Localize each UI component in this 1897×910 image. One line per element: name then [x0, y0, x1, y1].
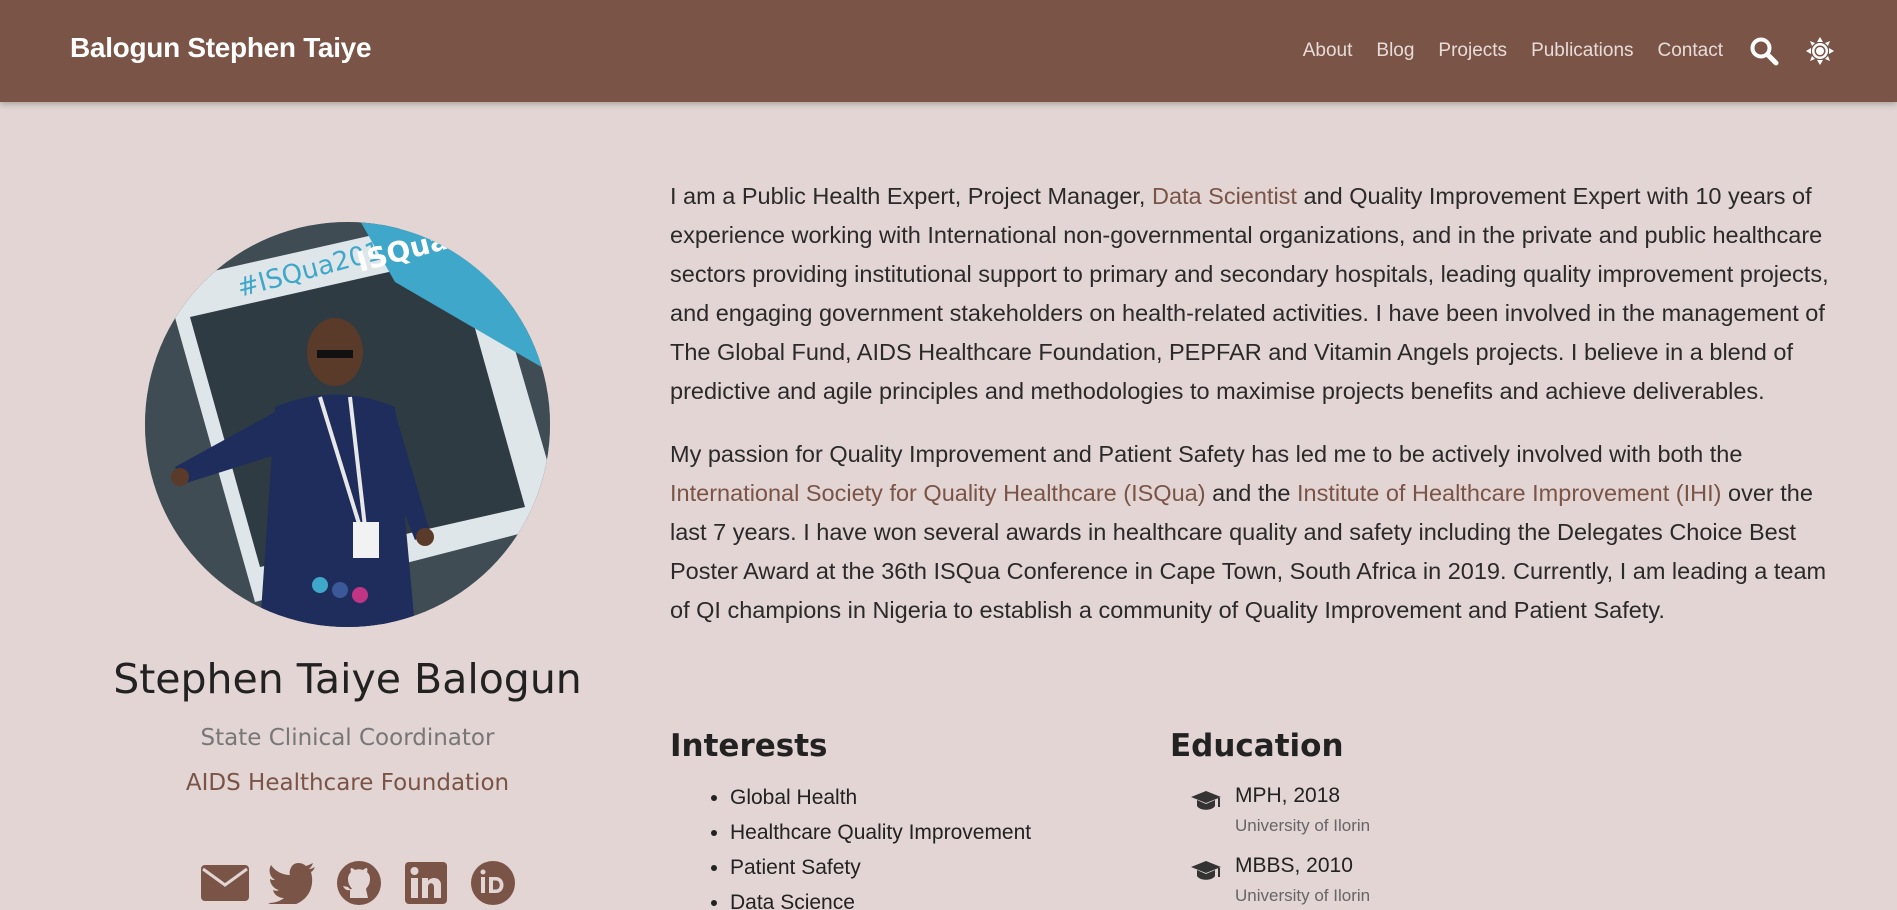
email-icon[interactable]	[200, 858, 250, 908]
graduation-cap-icon	[1190, 860, 1222, 882]
ihi-link[interactable]: Institute of Healthcare Improvement (IHI…	[1297, 480, 1721, 506]
bio-paragraph-2: My passion for Quality Improvement and P…	[670, 435, 1830, 630]
search-icon[interactable]	[1749, 36, 1779, 66]
nav-link-contact[interactable]: Contact	[1658, 40, 1723, 62]
profile-name: Stephen Taiye Balogun	[113, 655, 582, 703]
bio-text: I am a Public Health Expert, Project Man…	[670, 183, 1152, 209]
orcid-icon[interactable]	[468, 858, 518, 908]
list-item: Global Health	[730, 780, 1031, 815]
list-item: Patient Safety	[730, 850, 1031, 885]
nav-link-about[interactable]: About	[1303, 40, 1353, 62]
interests-heading: Interests	[670, 728, 828, 764]
site-brand[interactable]: Balogun Stephen Taiye	[70, 32, 372, 64]
education-heading: Education	[1170, 728, 1344, 764]
profile-role: State Clinical Coordinator	[200, 725, 495, 751]
list-item: Healthcare Quality Improvement	[730, 815, 1031, 850]
data-scientist-link[interactable]: Data Scientist	[1152, 183, 1297, 209]
twitter-icon[interactable]	[267, 858, 317, 908]
interests-list: Global Health Healthcare Quality Improve…	[730, 780, 1031, 910]
biography: I am a Public Health Expert, Project Man…	[670, 177, 1830, 654]
education-degree: MBBS, 2010	[1235, 854, 1353, 877]
bio-text: and the	[1205, 480, 1298, 506]
nav-link-blog[interactable]: Blog	[1376, 40, 1414, 62]
education-school: University of Ilorin	[1235, 816, 1371, 835]
theme-toggle-icon[interactable]	[1805, 36, 1835, 66]
linkedin-icon[interactable]	[401, 858, 451, 908]
nav-link-projects[interactable]: Projects	[1438, 40, 1507, 62]
list-item: Data Science	[730, 885, 1031, 910]
bio-text: and Quality Improvement Expert with 10 y…	[670, 183, 1829, 404]
isqua-link[interactable]: International Society for Quality Health…	[670, 480, 1206, 506]
top-navbar: Balogun Stephen Taiye About Blog Project…	[0, 0, 1897, 102]
github-icon[interactable]	[334, 858, 384, 908]
social-links	[200, 858, 518, 908]
bio-paragraph-1: I am a Public Health Expert, Project Man…	[670, 177, 1830, 411]
profile-organization-link[interactable]: AIDS Healthcare Foundation	[0, 770, 695, 796]
education-school: University of Ilorin	[1235, 886, 1371, 905]
education-degree: MPH, 2018	[1235, 784, 1341, 807]
nav-links: About Blog Projects Publications Contact	[1279, 0, 1835, 102]
nav-link-publications[interactable]: Publications	[1531, 40, 1633, 62]
avatar: #ISQua2019 #CapeTown ISQua	[145, 222, 550, 627]
bio-text: My passion for Quality Improvement and P…	[670, 441, 1743, 467]
graduation-cap-icon	[1190, 790, 1222, 812]
